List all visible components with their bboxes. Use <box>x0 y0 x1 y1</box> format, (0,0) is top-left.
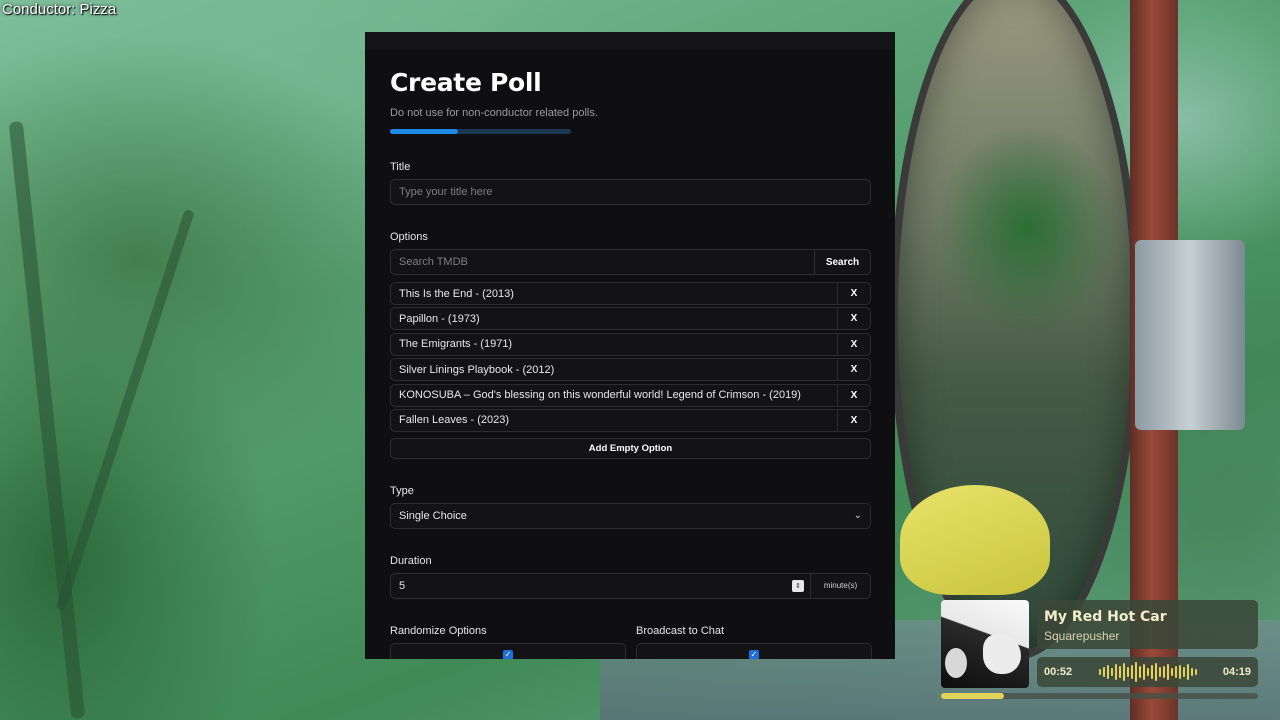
waveform-bar <box>1174 666 1177 678</box>
song-progress-bar <box>941 693 1258 699</box>
conductor-label: Conductor: Pizza <box>2 1 117 18</box>
waveform-bar <box>1142 664 1145 680</box>
waveform-bar <box>1146 668 1149 676</box>
type-section: Type Single Choice ⌄ <box>390 485 871 529</box>
option-name[interactable]: Fallen Leaves - (2023) <box>391 410 837 431</box>
waveform-bar <box>1114 664 1117 680</box>
title-placeholder: Type your title here <box>399 186 493 198</box>
waveform-bar <box>1190 668 1193 676</box>
remove-option-button[interactable]: X <box>837 359 870 381</box>
search-button[interactable]: Search <box>814 250 870 274</box>
form-progress-bar <box>390 129 571 134</box>
duration-section: Duration 5 ⇕ minute(s) <box>390 555 871 599</box>
chevron-down-icon: ⌄ <box>853 510 862 522</box>
duration-field: 5 ⇕ minute(s) <box>390 572 871 599</box>
duration-label: Duration <box>390 554 432 567</box>
broadcast-group: Broadcast to Chat ✓ <box>636 625 872 659</box>
option-name[interactable]: This Is the End - (2013) <box>391 283 837 304</box>
elapsed-time: 00:52 <box>1044 666 1073 678</box>
title-label: Title <box>390 161 411 173</box>
waveform-bar <box>1118 666 1121 678</box>
broadcast-checkbox[interactable]: ✓ <box>749 650 759 659</box>
album-art-shape <box>945 648 967 678</box>
broadcast-field: ✓ <box>636 642 872 659</box>
broadcast-label: Broadcast to Chat <box>636 624 725 637</box>
song-title: My Red Hot Car <box>1044 609 1167 625</box>
randomize-group: Randomize Options ✓ <box>390 625 626 659</box>
now-playing-widget: My Red Hot Car Squarepusher 00:52 04:19 <box>941 600 1258 700</box>
waveform-bar <box>1138 666 1141 678</box>
waveform-bar <box>1098 669 1101 675</box>
album-art <box>941 600 1029 688</box>
option-item: Silver Linings Playbook - (2012) X <box>390 358 871 382</box>
form-progress-fill <box>390 129 459 134</box>
waveform-bar <box>1126 667 1129 677</box>
page-title: Create Poll <box>390 68 542 97</box>
artist-name: Squarepusher <box>1044 629 1120 643</box>
option-name[interactable]: The Emigrants - (1971) <box>391 334 837 355</box>
randomize-label: Randomize Options <box>390 624 487 637</box>
waveform-bar <box>1194 669 1197 675</box>
waveform-bar <box>1178 665 1181 679</box>
waveform-bar <box>1122 663 1125 681</box>
remove-option-button[interactable]: X <box>837 333 870 355</box>
waveform-bar <box>1130 665 1133 679</box>
track-info-card: My Red Hot Car Squarepusher <box>1037 600 1258 649</box>
waveform-bar <box>1154 663 1157 681</box>
waveform-bar <box>1134 662 1137 682</box>
remove-option-button[interactable]: X <box>837 384 870 406</box>
waveform-bar <box>1182 667 1185 677</box>
waveform-bar <box>1186 664 1189 680</box>
tmdb-search-input[interactable]: Search TMDB <box>391 250 814 274</box>
waveform-bar <box>1170 668 1173 676</box>
tmdb-search: Search TMDB Search <box>390 249 871 275</box>
title-section: Title Type your title here <box>390 161 871 205</box>
spin-stepper-icon[interactable]: ⇕ <box>792 579 804 592</box>
yellow-umbrella <box>900 485 1050 595</box>
waveform-visualizer <box>1082 662 1213 682</box>
waveform-bar <box>1150 665 1153 679</box>
song-progress-fill <box>941 693 1005 699</box>
options-label: Options <box>390 231 428 243</box>
waveform-bar <box>1106 665 1109 679</box>
remove-option-button[interactable]: X <box>837 409 870 431</box>
randomize-checkbox[interactable]: ✓ <box>503 650 513 659</box>
type-label: Type <box>390 484 414 497</box>
option-item: This Is the End - (2013) X <box>390 282 871 305</box>
option-item: KONOSUBA – God's blessing on this wonder… <box>390 383 871 407</box>
randomize-field: ✓ <box>390 642 626 659</box>
waveform-bar <box>1158 667 1161 677</box>
waveform-bar <box>1110 668 1113 676</box>
title-input[interactable]: Type your title here <box>390 179 871 205</box>
option-name[interactable]: Papillon - (1973) <box>391 308 837 329</box>
toggle-section: Randomize Options ✓ Broadcast to Chat ✓ <box>390 625 872 659</box>
create-poll-panel: Create Poll Do not use for non-conductor… <box>365 32 895 659</box>
waveform-bar <box>1102 667 1105 677</box>
total-time: 04:19 <box>1222 666 1251 678</box>
mirror-bracket <box>1135 240 1245 430</box>
option-name[interactable]: Silver Linings Playbook - (2012) <box>391 359 837 380</box>
playback-card: 00:52 04:19 <box>1037 657 1258 687</box>
option-name[interactable]: KONOSUBA – God's blessing on this wonder… <box>391 385 837 406</box>
duration-input[interactable]: 5 ⇕ <box>391 574 810 598</box>
option-item: The Emigrants - (1971) X <box>390 332 871 356</box>
option-item: Fallen Leaves - (2023) X <box>390 408 871 432</box>
album-art-shape <box>983 634 1021 674</box>
remove-option-button[interactable]: X <box>837 308 870 330</box>
duration-value: 5 <box>399 579 406 592</box>
options-section: Options Search TMDB Search This Is the E… <box>390 231 871 459</box>
waveform-bar <box>1162 666 1165 678</box>
duration-unit: minute(s) <box>810 573 870 598</box>
add-empty-option-button[interactable]: Add Empty Option <box>390 437 871 459</box>
option-list: This Is the End - (2013) X Papillon - (1… <box>390 282 871 432</box>
type-select[interactable]: Single Choice ⌄ <box>390 502 871 529</box>
waveform-bar <box>1166 664 1169 680</box>
remove-option-button[interactable]: X <box>837 283 870 304</box>
type-selected-value: Single Choice <box>399 509 467 522</box>
panel-subtitle: Do not use for non-conductor related pol… <box>390 107 598 119</box>
option-item: Papillon - (1973) X <box>390 307 871 331</box>
